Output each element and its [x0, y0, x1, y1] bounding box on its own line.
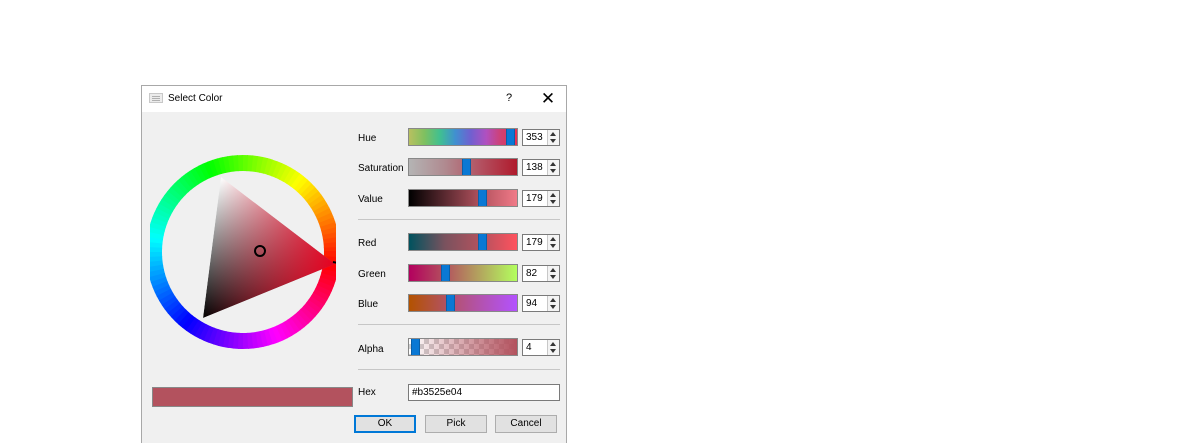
- green-slider-thumb[interactable]: [441, 265, 450, 281]
- help-button[interactable]: ?: [500, 89, 518, 107]
- ok-button[interactable]: OK: [354, 415, 416, 433]
- blue-spinbox[interactable]: 94: [522, 295, 560, 312]
- red-spin-arrows[interactable]: [547, 235, 559, 250]
- color-preview-swatch: [152, 387, 353, 407]
- green-spin-arrows[interactable]: [547, 266, 559, 281]
- saturation-spinbox[interactable]: 138: [522, 159, 560, 176]
- hue-spinbox[interactable]: 353: [522, 129, 560, 146]
- app-window-icon: [149, 93, 163, 103]
- separator: [358, 219, 560, 220]
- alpha-spin-arrows[interactable]: [547, 340, 559, 355]
- saturation-spin-arrows[interactable]: [547, 160, 559, 175]
- value-label: Value: [358, 194, 383, 205]
- value-spinbox[interactable]: 179: [522, 190, 560, 207]
- green-spinbox[interactable]: 82: [522, 265, 560, 282]
- select-color-dialog: Select Color ? ✕ Hue 353 Saturation 138 …: [141, 85, 567, 443]
- saturation-slider[interactable]: [408, 158, 518, 176]
- blue-label: Blue: [358, 299, 379, 310]
- blue-spin-arrows[interactable]: [547, 296, 559, 311]
- hue-label: Hue: [358, 133, 377, 144]
- value-slider[interactable]: [408, 189, 518, 207]
- alpha-label: Alpha: [358, 344, 384, 355]
- hue-slider-thumb[interactable]: [506, 129, 515, 145]
- title-bar: Select Color ? ✕: [142, 86, 566, 112]
- hue-spin-arrows[interactable]: [547, 130, 559, 145]
- saturation-label: Saturation: [358, 163, 404, 174]
- hex-label: Hex: [358, 387, 376, 398]
- pick-button[interactable]: Pick: [425, 415, 487, 433]
- alpha-slider[interactable]: [408, 338, 518, 356]
- red-slider[interactable]: [408, 233, 518, 251]
- red-spinbox[interactable]: 179: [522, 234, 560, 251]
- blue-slider[interactable]: [408, 294, 518, 312]
- green-label: Green: [358, 269, 386, 280]
- blue-slider-thumb[interactable]: [446, 295, 455, 311]
- alpha-slider-thumb[interactable]: [411, 339, 420, 355]
- value-slider-thumb[interactable]: [478, 190, 487, 206]
- hue-slider[interactable]: [408, 128, 518, 146]
- green-slider[interactable]: [408, 264, 518, 282]
- alpha-spinbox[interactable]: 4: [522, 339, 560, 356]
- value-spin-arrows[interactable]: [547, 191, 559, 206]
- red-label: Red: [358, 238, 377, 249]
- color-wheel[interactable]: [150, 149, 336, 355]
- saturation-slider-thumb[interactable]: [462, 159, 471, 175]
- dialog-title: Select Color: [168, 93, 223, 104]
- red-slider-thumb[interactable]: [478, 234, 487, 250]
- close-button[interactable]: ✕: [538, 89, 558, 109]
- hex-input[interactable]: #b3525e04: [408, 384, 560, 401]
- cancel-button[interactable]: Cancel: [495, 415, 557, 433]
- separator: [358, 324, 560, 325]
- separator: [358, 369, 560, 370]
